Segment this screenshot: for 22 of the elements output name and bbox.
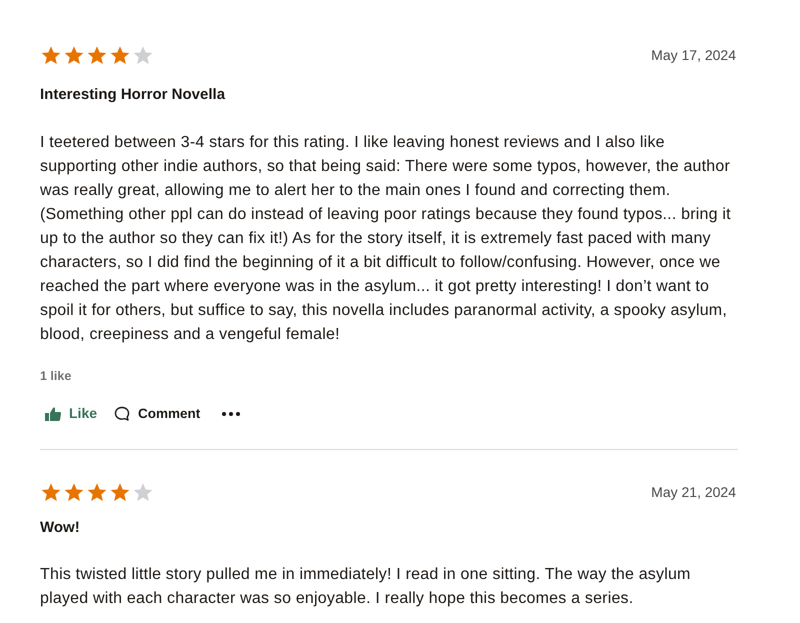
review-title: Interesting Horror Novella (40, 85, 226, 105)
thumbs-up-icon (45, 406, 61, 421)
like-count: 1 like (40, 368, 72, 384)
review-date: May 21, 2024 (651, 483, 736, 502)
review-title: Wow! (40, 518, 81, 538)
filled-star-icon (86, 45, 108, 66)
filled-star-icon (63, 45, 85, 66)
empty-star-icon (132, 482, 154, 504)
review-text: I teetered between 3-4 stars for this rating. I like leaving honest reviews and I also like supporting other indie authors, so that being said: There were some typos, however, the author was really great, allowing me to alert her to the main ones I found and correcting them. (Something other ppl can do instead of leaving poor ratings because they found typos... bring it up to the author so they can fix it!) As for the story itself, it is extremely fast paced with many characters, so I did find the beginning of it a bit difficult to follow/confusing. However, once we reached the part where everyone was in the asylum... it got pretty interesting! I don’t want to spoil it for others, but suffice to say, this novella includes paranormal activity, a spooky asylum, blood, creepiness and a vengeful female! (40, 132, 732, 344)
comment-button[interactable]: Comment (114, 404, 200, 424)
filled-star-icon (109, 45, 131, 66)
filled-star-icon (63, 482, 85, 504)
filled-star-icon (109, 482, 131, 504)
filled-star-icon (40, 45, 62, 66)
speech-bubble-icon (114, 406, 130, 422)
review-text: This twisted little story pulled me in immediately! I read in one sitting. The way the asylum played with each character was so enjoyable. I really hope this becomes a series. (40, 564, 692, 609)
filled-star-icon (40, 482, 62, 504)
like-button[interactable]: Like (45, 403, 98, 424)
review-date: May 17, 2024 (651, 46, 736, 65)
more-dots-icon (222, 412, 240, 416)
empty-star-icon (132, 45, 154, 66)
filled-star-icon (86, 482, 108, 504)
